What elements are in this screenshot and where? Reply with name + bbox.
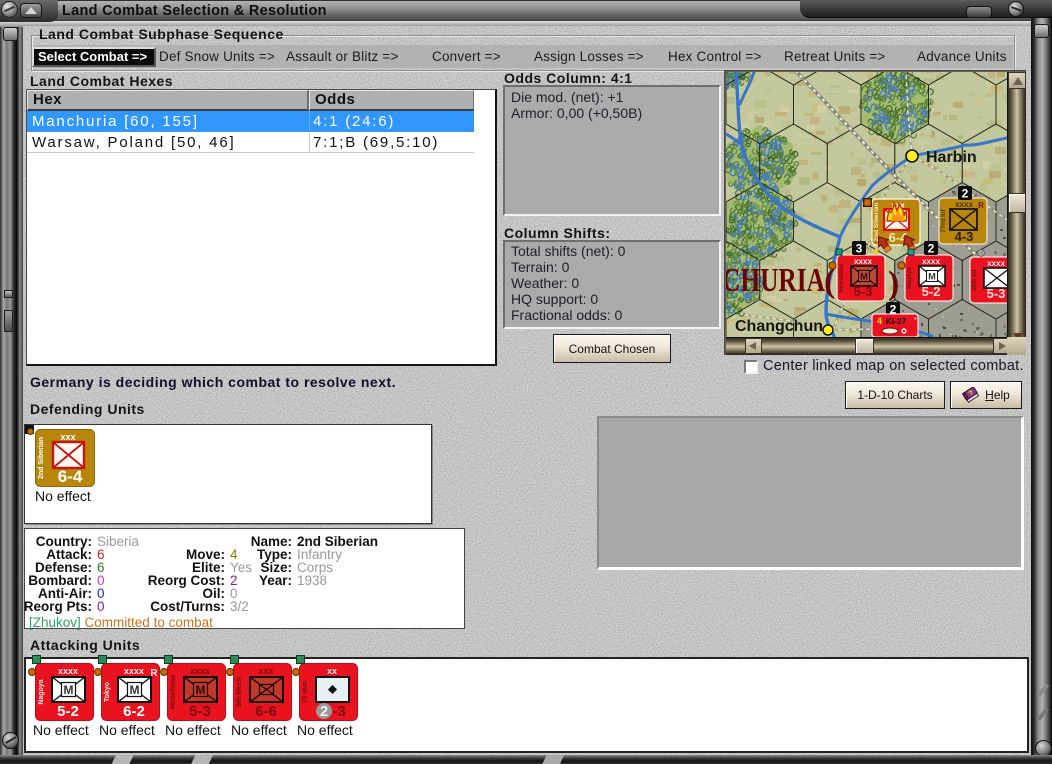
svg-text:4: 4 (877, 316, 882, 326)
svg-text:5-3: 5-3 (189, 703, 211, 720)
svg-text:20th Inf: 20th Inf (972, 268, 978, 290)
svg-text:M: M (196, 683, 206, 697)
svg-text:2nd Siberian: 2nd Siberian (38, 437, 45, 479)
svg-text:2nd Siberian: 2nd Siberian (873, 202, 880, 241)
svg-text:xxxx: xxxx (190, 666, 210, 676)
svg-text:5-3: 5-3 (987, 286, 1006, 301)
svg-text:2: 2 (320, 703, 328, 720)
svg-text:Tokyo: Tokyo (104, 682, 111, 702)
svg-text:M: M (64, 683, 74, 697)
svg-text:Ki-27: Ki-27 (886, 316, 907, 326)
svg-text:xxx: xxx (60, 432, 75, 442)
svg-text:2: 2 (962, 187, 969, 201)
svg-text:5-3: 5-3 (854, 284, 873, 299)
svg-text:M: M (130, 683, 140, 697)
svg-text:R: R (978, 201, 984, 210)
svg-text:*: * (914, 317, 917, 324)
svg-text:Hiroshima: Hiroshima (170, 675, 177, 709)
svg-text:xxxx: xxxx (955, 200, 973, 209)
svg-text:xxxx: xxxx (124, 666, 144, 676)
svg-text:6-4: 6-4 (58, 467, 83, 486)
svg-text:6-2: 6-2 (123, 703, 145, 720)
svg-text:Changchun: Changchun (735, 318, 823, 335)
svg-text:5th Mech: 5th Mech (236, 677, 243, 707)
svg-text:Harbin: Harbin (926, 149, 977, 166)
svg-text:77nd Inf: 77nd Inf (941, 209, 947, 233)
svg-text:xxxx: xxxx (854, 257, 872, 266)
svg-text:M: M (928, 272, 936, 282)
svg-text:xxx: xxx (258, 666, 273, 676)
svg-text:Hiroshima: Hiroshima (839, 263, 845, 293)
svg-text:3: 3 (856, 242, 863, 256)
svg-text:xxxx: xxxx (987, 259, 1005, 268)
svg-text:4-3: 4-3 (955, 229, 974, 244)
svg-text:5-2: 5-2 (57, 703, 79, 720)
svg-text:M: M (860, 272, 868, 282)
svg-text:2: 2 (928, 242, 935, 256)
svg-text:-3: -3 (332, 703, 345, 720)
svg-text:6-6: 6-6 (255, 703, 277, 720)
svg-text:5-2: 5-2 (922, 284, 941, 299)
svg-text:CHURIA: CHURIA (726, 262, 825, 299)
svg-text:70 mm: 70 mm (302, 681, 309, 703)
svg-text:xx: xx (327, 666, 337, 676)
svg-text:xxxx: xxxx (58, 666, 78, 676)
svg-text:Nagoya: Nagoya (38, 679, 45, 704)
svg-text:): ) (888, 265, 899, 302)
svg-text:Nagoya: Nagoya (907, 267, 913, 289)
svg-text:xxxx: xxxx (922, 257, 940, 266)
